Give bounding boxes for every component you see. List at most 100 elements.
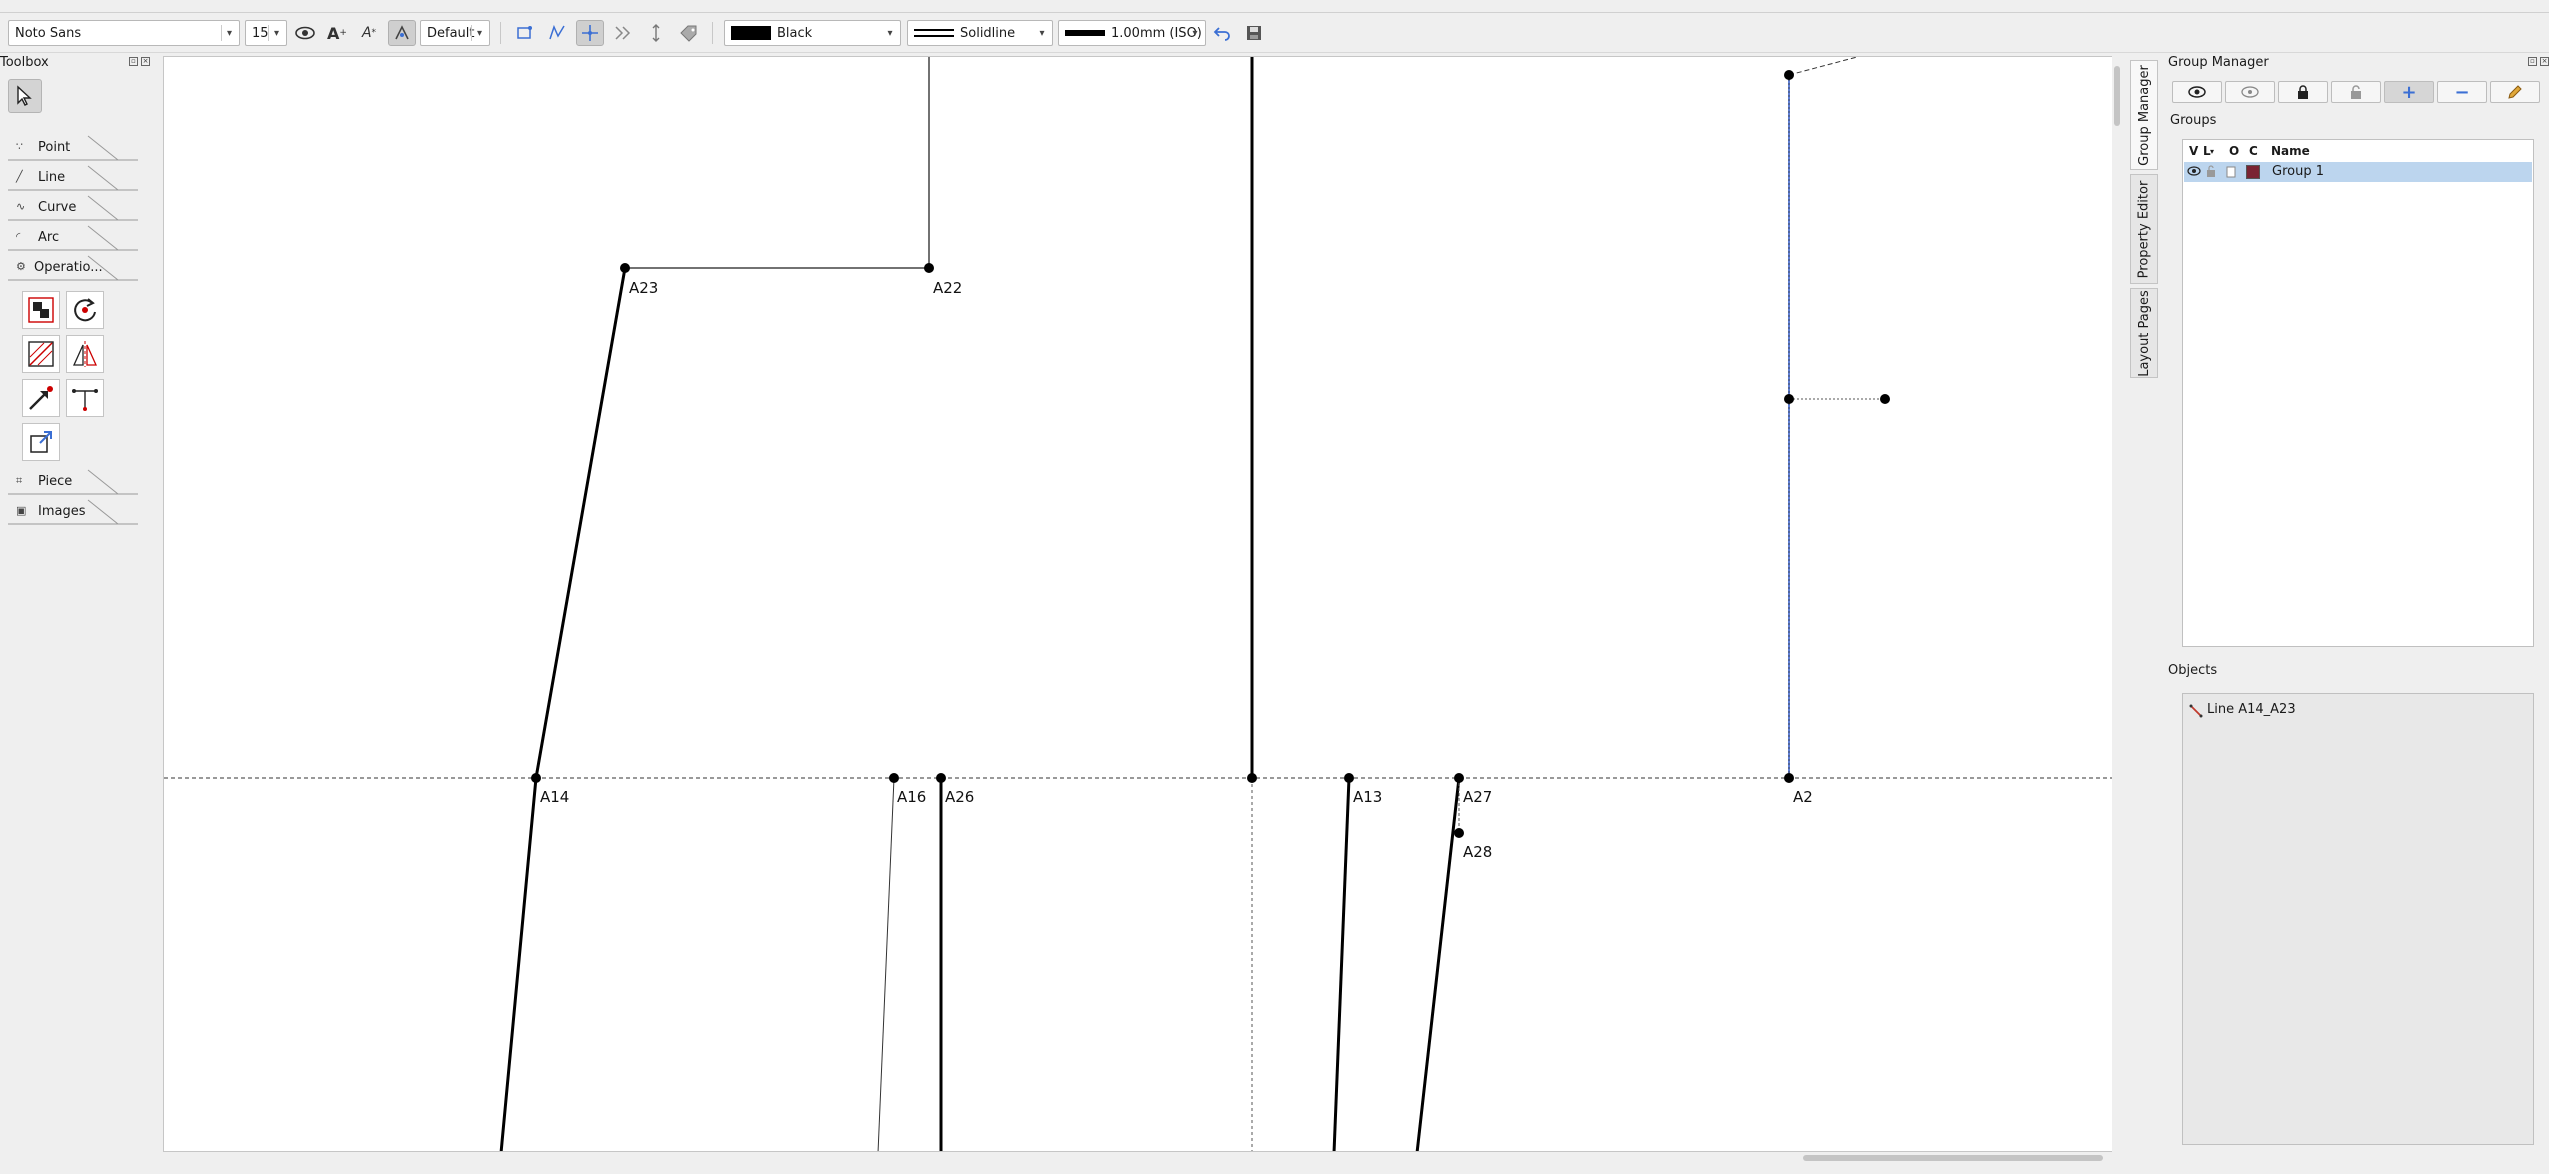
point-label: A23 (629, 279, 658, 297)
horizontal-scrollbar[interactable] (163, 1152, 2120, 1164)
category-point[interactable]: ∵ Point (8, 135, 138, 161)
line-style-swatch (914, 29, 954, 37)
export-icon[interactable] (22, 423, 60, 461)
point-a2[interactable] (1784, 773, 1794, 783)
category-piece[interactable]: ⌗ Piece (8, 469, 138, 495)
close-icon[interactable]: × (141, 57, 150, 66)
point-top[interactable] (1784, 70, 1794, 80)
lock-all-icon[interactable] (2278, 81, 2328, 103)
table-row[interactable]: Group 1 (2184, 162, 2532, 182)
point-a22[interactable] (924, 263, 934, 273)
vertical-measure-icon[interactable] (642, 20, 670, 46)
line-a14-down[interactable] (499, 777, 538, 1152)
flip-icon[interactable] (66, 335, 104, 373)
tab-label: Group Manager (2136, 64, 2152, 166)
group-objects-icon[interactable] (22, 291, 60, 329)
close-icon[interactable]: × (2540, 57, 2549, 66)
panel-title: Group Manager (2168, 55, 2269, 70)
dock-buttons: ▫ × (129, 57, 150, 66)
objects-label: Objects (2168, 663, 2218, 678)
category-arc[interactable]: ◜ Arc (8, 225, 138, 251)
toolbox-title: Toolbox (0, 55, 49, 70)
point-a27[interactable] (1454, 773, 1464, 783)
drawing-canvas[interactable]: A23 A22 A14 A16 A26 A13 A27 A28 A2 (163, 56, 2120, 1152)
point-a28[interactable] (1454, 828, 1464, 838)
point-a23[interactable] (620, 263, 630, 273)
tab-property-editor[interactable]: Property Editor (2130, 174, 2158, 284)
line-a13-down[interactable] (1332, 777, 1351, 1152)
point-label: A28 (1463, 843, 1492, 861)
point-mid[interactable] (1784, 394, 1794, 404)
color-swatch (731, 26, 771, 40)
point-mid-right[interactable] (1880, 394, 1890, 404)
select-tool-button[interactable] (8, 79, 42, 113)
font-bold-icon[interactable]: A + (323, 20, 351, 46)
hide-all-icon[interactable] (2225, 81, 2275, 103)
curve-nodes-icon[interactable] (543, 20, 571, 46)
font-family-value: Noto Sans (15, 25, 82, 41)
category-images[interactable]: ▣ Images (8, 499, 138, 525)
edit-pencil-icon[interactable] (2490, 81, 2540, 103)
tag-icon[interactable] (675, 20, 703, 46)
line-color-select[interactable]: Black ▾ (724, 20, 901, 46)
line-weight-select[interactable]: 1.00mm (ISO) ▾ (1058, 20, 1206, 46)
tab-layout-pages[interactable]: Layout Pages (2130, 288, 2158, 378)
undo-icon[interactable] (1208, 20, 1236, 46)
true-dart-icon[interactable] (66, 379, 104, 417)
list-item[interactable]: Line A14_A23 (2207, 702, 2296, 717)
point-a13[interactable] (1344, 773, 1354, 783)
crosshair-icon[interactable] (576, 20, 604, 46)
save-icon[interactable] (1240, 20, 1268, 46)
point-a26[interactable] (936, 773, 946, 783)
lock-icon[interactable] (2206, 165, 2216, 181)
point-center[interactable] (1247, 773, 1257, 783)
line-style-select[interactable]: Solidline ▾ (907, 20, 1053, 46)
groups-table[interactable]: V L ▾ O C Name Group 1 (2182, 139, 2534, 647)
rotate-icon[interactable] (66, 291, 104, 329)
vertical-scrollbar[interactable] (2112, 56, 2124, 1152)
point-label: A27 (1463, 788, 1492, 806)
font-family-select[interactable]: Noto Sans ▾ (8, 20, 240, 46)
unlock-all-icon[interactable] (2331, 81, 2381, 103)
tab-group-manager[interactable]: Group Manager (2130, 60, 2158, 170)
eye-icon[interactable] (2187, 165, 2201, 181)
line-a16-down[interactable] (877, 777, 895, 1152)
line-a27-down[interactable] (1415, 777, 1461, 1152)
line-weight-swatch (1065, 30, 1105, 36)
add-group-icon[interactable]: + (2384, 81, 2434, 103)
line-style-value: Solidline (960, 25, 1016, 41)
column-visible[interactable]: V (2189, 140, 2198, 162)
font-size-select[interactable]: 15 ▾ (245, 20, 287, 46)
fit-rect-icon[interactable] (510, 20, 538, 46)
remove-group-icon[interactable]: − (2437, 81, 2487, 103)
point-label: A26 (945, 788, 974, 806)
line-a14-a23[interactable] (534, 267, 627, 779)
category-line[interactable]: ╱ Line (8, 165, 138, 191)
scroll-thumb[interactable] (1803, 1155, 2103, 1161)
move-icon[interactable] (22, 335, 60, 373)
label-style-select[interactable]: Default ▾ (420, 20, 490, 46)
point-a16[interactable] (889, 773, 899, 783)
line-color-value: Black (777, 25, 813, 41)
column-name[interactable]: Name (2271, 140, 2310, 162)
scroll-thumb[interactable] (2114, 66, 2120, 126)
column-c[interactable]: C (2249, 140, 2258, 162)
label-tool-icon[interactable] (388, 20, 416, 46)
eye-icon[interactable] (291, 20, 319, 46)
float-icon[interactable]: ▫ (129, 57, 138, 66)
objects-list[interactable]: Line A14_A23 (2182, 693, 2534, 1145)
float-icon[interactable]: ▫ (2528, 57, 2537, 66)
chevron-down-icon: ▾ (887, 27, 893, 39)
clipboard-icon[interactable] (2226, 165, 2236, 182)
group-color-swatch[interactable] (2246, 165, 2260, 179)
label-style-value: Default (427, 25, 475, 41)
double-chevron-icon[interactable] (609, 20, 637, 46)
main-toolbar: Noto Sans ▾ 15 ▾ A + A * Default ▾ Black… (0, 13, 2549, 53)
category-curve[interactable]: ∿ Curve (8, 195, 138, 221)
font-italic-icon[interactable]: A * (355, 20, 383, 46)
column-o[interactable]: O (2229, 140, 2239, 162)
move-point-icon[interactable] (22, 379, 60, 417)
point-a14[interactable] (531, 773, 541, 783)
category-operations[interactable]: ⚙ Operatio... (8, 255, 138, 281)
show-all-icon[interactable] (2172, 81, 2222, 103)
